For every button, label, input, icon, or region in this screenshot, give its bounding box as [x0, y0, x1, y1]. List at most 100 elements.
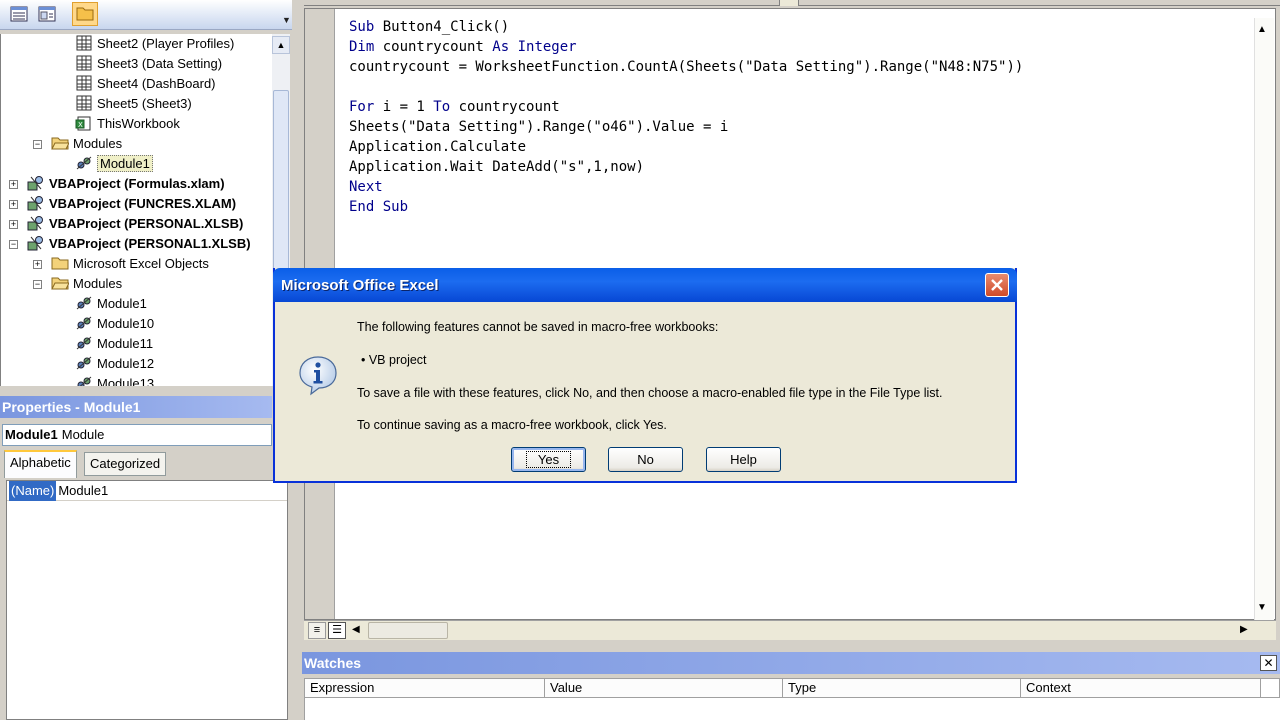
code-line[interactable]: Sub Button4_Click(): [349, 17, 1023, 37]
tab-categorized[interactable]: Categorized: [84, 452, 167, 476]
horizontal-scrollbar-thumb[interactable]: [368, 622, 448, 639]
tree-node-sheet2[interactable]: Sheet2 (Player Profiles): [75, 34, 234, 54]
chevron-up-icon[interactable]: ▲: [272, 36, 290, 54]
properties-title: Properties - Module1: [0, 396, 272, 418]
watches-header: Expression Value Type Context: [304, 678, 1280, 698]
expand-toggle-icon[interactable]: +: [9, 200, 18, 209]
collapse-toggle-icon[interactable]: −: [33, 140, 42, 149]
tree-node-sheet5[interactable]: Sheet5 (Sheet3): [75, 94, 192, 114]
toolbar-chevron-down-icon[interactable]: ▼: [282, 14, 292, 26]
chevron-left-icon[interactable]: ◀: [352, 624, 360, 635]
code-line[interactable]: Application.Wait DateAdd("s",1,now): [349, 157, 1023, 177]
no-button[interactable]: No: [608, 447, 683, 472]
worksheet-icon: [76, 95, 92, 111]
view-object-button[interactable]: [8, 4, 30, 24]
watches-column-type[interactable]: Type: [783, 679, 1021, 697]
tree-node-vbaproject-personal[interactable]: VBAProject (PERSONAL.XLSB): [27, 214, 243, 234]
properties-object-name: Module1: [5, 427, 58, 442]
code-line[interactable]: Next: [349, 177, 1023, 197]
code-text: Application.Calculate: [349, 139, 527, 155]
chevron-down-icon[interactable]: ▼: [1257, 602, 1267, 613]
collapse-toggle-icon[interactable]: −: [9, 240, 18, 249]
code-keyword: As Integer: [492, 39, 577, 55]
close-icon: [991, 279, 1003, 291]
expand-toggle-icon[interactable]: +: [33, 260, 42, 269]
watches-column-value[interactable]: Value: [545, 679, 783, 697]
chevron-right-icon[interactable]: ▶: [1240, 624, 1248, 635]
code-keyword: Dim: [349, 39, 383, 55]
code-keyword: To: [433, 99, 459, 115]
watches-column-context[interactable]: Context: [1021, 679, 1261, 697]
tree-node-label: VBAProject (PERSONAL1.XLSB): [49, 236, 251, 251]
code-line[interactable]: End Sub: [349, 197, 1023, 217]
toggle-folders-button[interactable]: [72, 2, 98, 26]
code-window-dropdown-bar: [304, 0, 1280, 6]
watches-title: Watches: [302, 652, 1280, 674]
code-line[interactable]: countrycount = WorksheetFunction.CountA(…: [349, 57, 1023, 77]
code-line[interactable]: For i = 1 To countrycount: [349, 97, 1023, 117]
chevron-up-icon[interactable]: ▲: [1257, 24, 1267, 35]
code-line[interactable]: Sheets("Data Setting").Range("o46").Valu…: [349, 117, 1023, 137]
code-keyword: For: [349, 99, 383, 115]
watches-list[interactable]: [304, 698, 1280, 720]
module-icon: [76, 336, 92, 350]
code-keyword: Next: [349, 179, 383, 195]
code-keyword: Sub: [349, 19, 383, 35]
property-row-name[interactable]: (Name) Module1: [7, 481, 287, 501]
code-text: Application.Wait DateAdd("s",1,now): [349, 159, 645, 175]
dialog-close-button[interactable]: [985, 273, 1009, 297]
tree-node-modules-personal1[interactable]: Modules: [51, 274, 122, 294]
tree-node-label: Sheet3 (Data Setting): [97, 56, 223, 71]
dialog-titlebar[interactable]: Microsoft Office Excel: [273, 268, 1017, 302]
code-vertical-scrollbar[interactable]: ▲ ▼: [1254, 18, 1274, 620]
tree-node-module11[interactable]: Module11: [75, 334, 153, 354]
tree-node-label: VBAProject (FUNCRES.XLAM): [49, 196, 237, 211]
code-keyword: End Sub: [349, 199, 409, 215]
help-button[interactable]: Help: [706, 447, 781, 472]
tree-node-excel-objects[interactable]: Microsoft Excel Objects: [51, 254, 209, 274]
close-icon[interactable]: ✕: [1260, 655, 1277, 671]
tree-node-label: ThisWorkbook: [97, 116, 180, 131]
view-code-button[interactable]: [36, 4, 58, 24]
procedure-view-button[interactable]: ≡: [308, 622, 326, 639]
tree-node-module1[interactable]: Module1: [75, 294, 147, 314]
yes-button[interactable]: Yes: [511, 447, 586, 472]
tree-node-label: Module10: [97, 316, 155, 331]
tree-node-label: Module12: [97, 356, 155, 371]
tree-node-vbaproject-formulas[interactable]: VBAProject (Formulas.xlam): [27, 174, 225, 194]
tree-node-module12[interactable]: Module12: [75, 354, 154, 374]
worksheet-icon: [76, 75, 92, 91]
watches-column-expression[interactable]: Expression: [305, 679, 545, 697]
save-warning-dialog: Microsoft Office Excel The following fea…: [273, 268, 1017, 483]
collapse-toggle-icon[interactable]: −: [33, 280, 42, 289]
dropdown-divider: [779, 0, 799, 6]
tree-node-modules[interactable]: Modules: [51, 134, 122, 154]
code-line[interactable]: Dim countrycount As Integer: [349, 37, 1023, 57]
project-toolbar: ▼: [0, 0, 296, 30]
code-editor[interactable]: Sub Button4_Click() Dim countrycount As I…: [349, 17, 1023, 217]
expand-toggle-icon[interactable]: +: [9, 220, 18, 229]
dialog-message-line2: To save a file with these features, clic…: [357, 386, 943, 400]
tree-node-module13[interactable]: Module13: [75, 374, 154, 386]
vba-project-icon: [27, 176, 43, 191]
tree-node-module10[interactable]: Module10: [75, 314, 154, 334]
full-module-view-button[interactable]: ☰: [328, 622, 346, 639]
tree-node-vbaproject-funcres[interactable]: VBAProject (FUNCRES.XLAM): [27, 194, 236, 214]
tree-node-label: Module13: [97, 376, 155, 386]
tab-alphabetic[interactable]: Alphabetic: [4, 450, 77, 478]
expand-toggle-icon[interactable]: +: [9, 180, 18, 189]
tree-node-sheet4[interactable]: Sheet4 (DashBoard): [75, 74, 216, 94]
module-icon: [77, 376, 92, 386]
code-line[interactable]: Application.Calculate: [349, 137, 1023, 157]
tree-node-module1-selected[interactable]: Module1: [75, 154, 153, 174]
properties-object-dropdown[interactable]: Module1 Module: [2, 424, 272, 446]
worksheet-icon: [76, 35, 92, 51]
tree-node-thisworkbook[interactable]: X ThisWorkbook: [75, 114, 180, 134]
property-value[interactable]: Module1: [58, 481, 108, 501]
tree-node-sheet3[interactable]: Sheet3 (Data Setting): [75, 54, 222, 74]
code-line[interactable]: [349, 77, 1023, 97]
code-text: Sheets("Data Setting").Range("o46").Valu…: [349, 119, 729, 135]
property-key: (Name): [9, 481, 57, 501]
code-text: i = 1: [382, 99, 434, 115]
tree-node-vbaproject-personal1[interactable]: VBAProject (PERSONAL1.XLSB): [27, 234, 251, 254]
